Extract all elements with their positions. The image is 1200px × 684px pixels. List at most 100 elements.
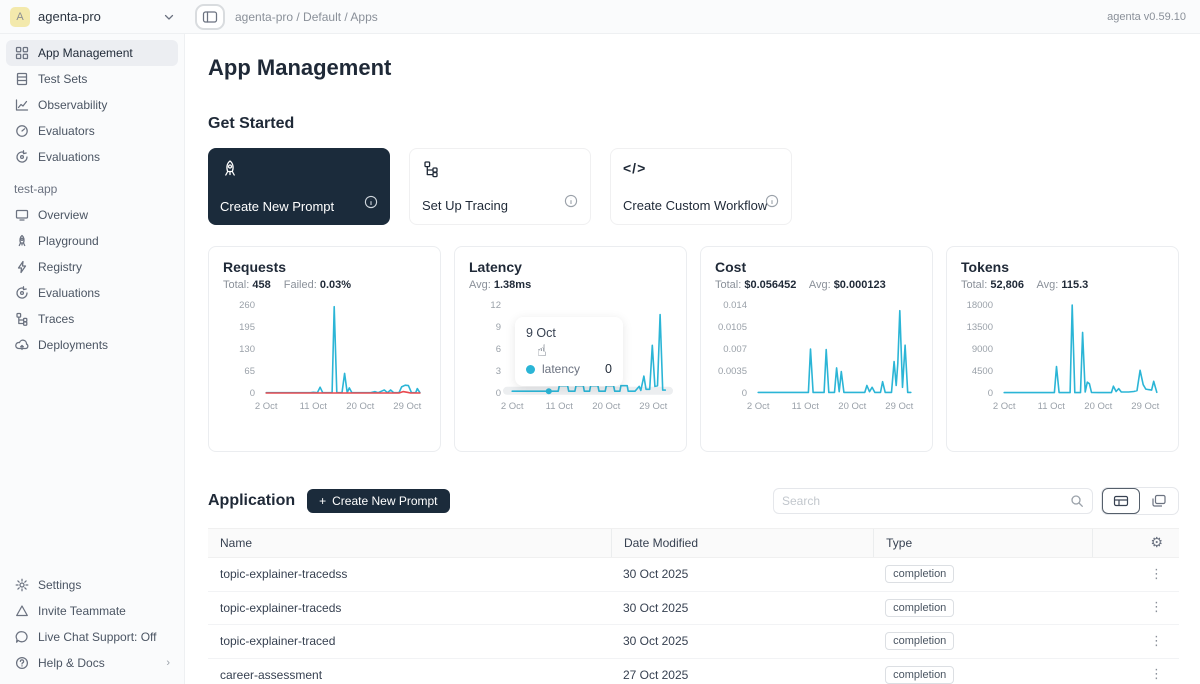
table-row[interactable]: topic-explainer-tracedss 30 Oct 2025 com… bbox=[208, 558, 1179, 592]
sidebar-item-traces[interactable]: Traces bbox=[6, 306, 178, 332]
col-name[interactable]: Name bbox=[208, 536, 611, 550]
card-view-button[interactable] bbox=[1140, 488, 1178, 514]
sidebar-item-label: Invite Teammate bbox=[38, 604, 126, 618]
svg-text:0: 0 bbox=[742, 388, 747, 399]
sidebar-item-playground[interactable]: Playground bbox=[6, 228, 178, 254]
app-name[interactable]: career-assessment bbox=[208, 668, 611, 682]
set-up-tracing-card[interactable]: Set Up Tracing bbox=[409, 148, 591, 225]
create-new-prompt-card[interactable]: Create New Prompt bbox=[208, 148, 390, 225]
create-custom-workflow-card[interactable]: </> Create Custom Workflow bbox=[610, 148, 792, 225]
app-name[interactable]: topic-explainer-traceds bbox=[208, 601, 611, 615]
row-menu-kebab-icon[interactable]: ⋮ bbox=[1150, 667, 1163, 682]
sidebar-item-evaluations[interactable]: Evaluations bbox=[6, 144, 178, 170]
col-type[interactable]: Type bbox=[873, 529, 1091, 557]
table-view-button[interactable] bbox=[1102, 488, 1140, 514]
sidebar-item-help-docs[interactable]: Help & Docs › bbox=[6, 650, 178, 676]
create-new-prompt-button[interactable]: + Create New Prompt bbox=[307, 489, 449, 513]
sidebar-item-label: Deployments bbox=[38, 338, 108, 352]
sidebar-item-label: Evaluations bbox=[38, 150, 100, 164]
svg-text:2 Oct: 2 Oct bbox=[747, 401, 770, 412]
svg-text:20 Oct: 20 Oct bbox=[346, 401, 374, 412]
svg-text:11 Oct: 11 Oct bbox=[1038, 401, 1066, 412]
chat-bubble-icon bbox=[14, 630, 29, 645]
workspace-name: agenta-pro bbox=[38, 9, 155, 24]
tracing-icon bbox=[422, 160, 440, 178]
type-badge: completion bbox=[885, 565, 954, 583]
search-box[interactable] bbox=[773, 488, 1093, 514]
monitor-icon bbox=[14, 208, 29, 223]
app-version: agenta v0.59.10 bbox=[1107, 11, 1186, 23]
sidebar-item-overview[interactable]: Overview bbox=[6, 202, 178, 228]
table-tools bbox=[773, 487, 1179, 515]
svg-text:29 Oct: 29 Oct bbox=[393, 401, 421, 412]
chart-stats: Total: $0.056452 Avg: $0.000123 bbox=[715, 279, 918, 291]
tokens-chart[interactable]: 04500900013500180002 Oct11 Oct20 Oct29 O… bbox=[961, 295, 1167, 423]
sidebar-item-test-sets[interactable]: Test Sets bbox=[6, 66, 178, 92]
sidebar-item-evaluators[interactable]: Evaluators bbox=[6, 118, 178, 144]
search-input[interactable] bbox=[782, 494, 1070, 508]
sidebar-item-invite-teammate[interactable]: Invite Teammate bbox=[6, 598, 178, 624]
sidebar-item-label: Evaluations bbox=[38, 286, 100, 300]
top-header: A agenta-pro agenta-pro / Default / Apps… bbox=[0, 0, 1200, 34]
workspace-selector[interactable]: A agenta-pro bbox=[0, 7, 185, 27]
svg-text:29 Oct: 29 Oct bbox=[639, 401, 667, 412]
sidebar-collapse-button[interactable] bbox=[195, 4, 225, 30]
rocket-icon bbox=[14, 234, 29, 249]
chart-line-icon bbox=[14, 98, 29, 113]
sidebar-item-deployments[interactable]: Deployments bbox=[6, 332, 178, 358]
svg-text:195: 195 bbox=[239, 322, 255, 333]
get-started-heading: Get Started bbox=[208, 115, 1179, 133]
refresh-circle-icon bbox=[14, 150, 29, 165]
sidebar-item-label: Test Sets bbox=[38, 72, 87, 86]
app-name[interactable]: topic-explainer-tracedss bbox=[208, 567, 611, 581]
sidebar-item-settings[interactable]: Settings bbox=[6, 572, 178, 598]
svg-text:9: 9 bbox=[496, 322, 501, 333]
application-header-row: Application + Create New Prompt bbox=[208, 487, 1179, 515]
type-badge: completion bbox=[885, 666, 954, 684]
svg-text:11 Oct: 11 Oct bbox=[792, 401, 820, 412]
page-title: App Management bbox=[208, 55, 1179, 81]
col-date-modified[interactable]: Date Modified bbox=[611, 529, 873, 557]
table-row[interactable]: topic-explainer-traced 30 Oct 2025 compl… bbox=[208, 625, 1179, 659]
sidebar-item-label: Settings bbox=[38, 578, 81, 592]
row-menu-kebab-icon[interactable]: ⋮ bbox=[1150, 634, 1163, 649]
info-icon[interactable] bbox=[765, 194, 779, 213]
svg-text:6: 6 bbox=[496, 344, 501, 355]
table-row[interactable]: career-assessment 27 Oct 2025 completion… bbox=[208, 659, 1179, 684]
breadcrumb[interactable]: agenta-pro / Default / Apps bbox=[235, 10, 378, 24]
plus-icon: + bbox=[319, 494, 326, 508]
sidebar-item-label: Registry bbox=[38, 260, 82, 274]
sidebar-item-label: App Management bbox=[38, 46, 133, 60]
sidebar-item-registry[interactable]: Registry bbox=[6, 254, 178, 280]
table-settings-gear-icon[interactable]: ⚙ bbox=[1150, 535, 1163, 551]
row-menu-kebab-icon[interactable]: ⋮ bbox=[1150, 567, 1163, 582]
svg-text:11 Oct: 11 Oct bbox=[300, 401, 328, 412]
svg-text:13500: 13500 bbox=[967, 322, 993, 333]
sidebar-item-label: Playground bbox=[38, 234, 99, 248]
view-toggle bbox=[1101, 487, 1179, 515]
get-started-cards: Create New Prompt Set Up Tracing </> Cre… bbox=[208, 148, 1179, 225]
table-row[interactable]: topic-explainer-traceds 30 Oct 2025 comp… bbox=[208, 592, 1179, 626]
application-heading: Application bbox=[208, 492, 295, 510]
app-name[interactable]: topic-explainer-traced bbox=[208, 634, 611, 648]
table-view-icon bbox=[1113, 494, 1129, 508]
type-badge: completion bbox=[885, 599, 954, 617]
search-icon bbox=[1070, 494, 1084, 508]
cloud-upload-icon bbox=[14, 338, 29, 353]
sidebar-item-evaluations-app[interactable]: Evaluations bbox=[6, 280, 178, 306]
tooltip-date: 9 Oct bbox=[526, 326, 612, 340]
sidebar-item-live-chat[interactable]: Live Chat Support: Off bbox=[6, 624, 178, 650]
sidebar-item-label: Observability bbox=[38, 98, 107, 112]
sidebar-item-app-management[interactable]: App Management bbox=[6, 40, 178, 66]
info-icon[interactable] bbox=[564, 194, 578, 213]
chevron-down-icon bbox=[163, 11, 175, 23]
invite-icon bbox=[14, 604, 29, 619]
info-icon[interactable] bbox=[364, 195, 378, 214]
row-menu-kebab-icon[interactable]: ⋮ bbox=[1150, 600, 1163, 615]
requests-chart[interactable]: 0651301952602 Oct11 Oct20 Oct29 Oct bbox=[223, 295, 429, 423]
svg-text:65: 65 bbox=[244, 366, 255, 377]
gauge-icon bbox=[14, 124, 29, 139]
workspace-avatar: A bbox=[10, 7, 30, 27]
sidebar-item-observability[interactable]: Observability bbox=[6, 92, 178, 118]
cost-chart[interactable]: 00.00350.0070.01050.0142 Oct11 Oct20 Oct… bbox=[715, 295, 921, 423]
